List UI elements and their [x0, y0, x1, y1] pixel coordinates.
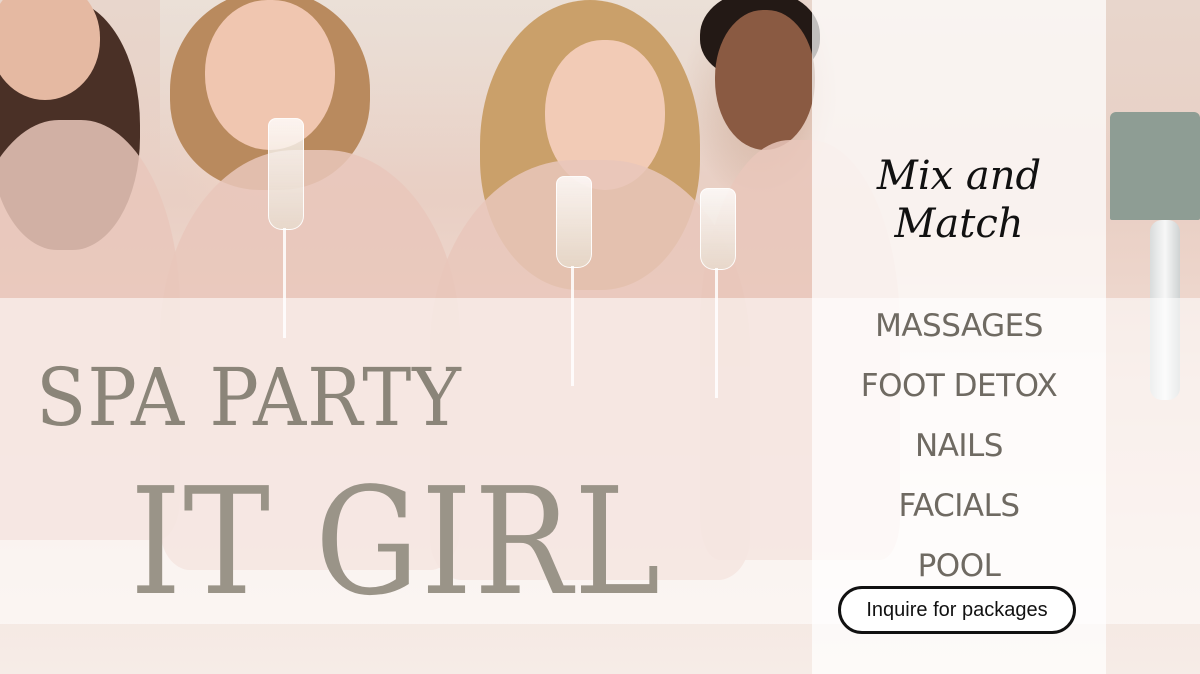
spa-party-banner: SPA PARTY IT GIRL Mix and Match MASSAGES…: [0, 0, 1200, 674]
champagne-glass-2: [556, 176, 592, 268]
title-spa-party: SPA PARTY: [36, 351, 462, 444]
woman-4-face: [715, 10, 815, 150]
champagne-glass-3: [700, 188, 736, 270]
lamp-shade: [1110, 112, 1200, 220]
service-item-facials: FACIALS: [898, 488, 1020, 524]
panel-heading: Mix and Match: [876, 153, 1042, 247]
services-list: MASSAGES FOOT DETOX NAILS FACIALS POOL: [812, 296, 1106, 596]
service-item-nails: NAILS: [915, 428, 1004, 464]
title-it-girl: IT GIRL: [130, 456, 663, 628]
inquire-button[interactable]: Inquire for packages: [838, 586, 1076, 634]
champagne-glass-1: [268, 118, 304, 230]
service-item-massages: MASSAGES: [875, 308, 1043, 344]
service-item-foot-detox: FOOT DETOX: [860, 368, 1058, 404]
